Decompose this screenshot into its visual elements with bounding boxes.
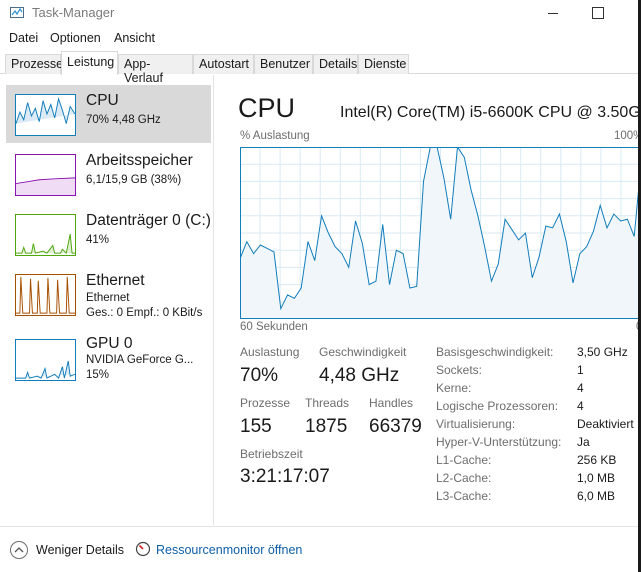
tab-bar: Prozesse Leistung App-Verlauf Autostart … (0, 50, 641, 85)
base-speed-label: Basisgeschwindigkeit: (436, 345, 554, 359)
sidebar-item-memory[interactable]: Arbeitsspeicher 6,1/15,9 GB (38%) (6, 145, 211, 203)
sidebar-item-disk[interactable]: Datenträger 0 (C:) 41% (6, 205, 211, 263)
tab-benutzer[interactable]: Benutzer (254, 54, 313, 74)
sidebar-item-ethernet[interactable]: Ethernet Ethernet Ges.: 0 Empf.: 0 KBit/… (6, 265, 211, 323)
task-manager-icon (10, 7, 24, 18)
cpu-model-name: Intel(R) Core(TM) i5-6600K CPU @ 3.50GHz (340, 104, 641, 121)
sidebar-item-detail: 15% (86, 369, 110, 381)
sockets-label: Sockets: (436, 363, 483, 377)
graph-y-max: 100% (614, 130, 641, 142)
uptime-label: Betriebszeit (240, 447, 303, 461)
graph-y-label: % Auslastung (240, 130, 310, 142)
speed-value: 4,48 GHz (319, 365, 400, 386)
maximize-button[interactable] (590, 6, 604, 20)
processes-value: 155 (240, 416, 272, 437)
hyperv-support-value: Ja (577, 435, 590, 449)
sockets-value: 1 (577, 363, 584, 377)
menu-ansicht[interactable]: Ansicht (114, 31, 155, 45)
sidebar-item-gpu[interactable]: GPU 0 NVIDIA GeForce G... 15% (6, 330, 211, 388)
window-title: Task-Manager (32, 5, 115, 20)
minimize-button[interactable] (544, 6, 560, 20)
logical-processors-value: 4 (577, 399, 584, 413)
title-bar: Task-Manager (0, 0, 641, 27)
ethernet-thumbnail-graph (15, 274, 76, 316)
gpu-thumbnail-graph (15, 339, 76, 381)
tab-prozesse[interactable]: Prozesse (5, 54, 63, 74)
fewer-details-button[interactable]: Weniger Details (36, 543, 124, 557)
l3-cache-value: 6,0 MB (577, 489, 616, 503)
utilization-label: Auslastung (240, 345, 300, 359)
processes-label: Prozesse (240, 396, 291, 410)
footer-bar: Weniger Details Ressourcenmonitor öffnen (0, 526, 641, 572)
memory-thumbnail-graph (15, 154, 76, 196)
resource-sidebar: CPU 70% 4,48 GHz Arbeitsspeicher 6,1/15,… (0, 75, 214, 525)
resource-monitor-icon (135, 541, 151, 557)
l2-cache-label: L2-Cache: (436, 471, 492, 485)
tab-dienste[interactable]: Dienste (358, 54, 409, 74)
hyperv-support-label: Hyper-V-Unterstützung: (436, 435, 562, 449)
graph-x-label: 60 Sekunden (240, 321, 308, 333)
cores-label: Kerne: (436, 381, 472, 395)
logical-processors-label: Logische Prozessoren: (436, 399, 559, 413)
threads-value: 1875 (305, 416, 348, 437)
handles-label: Handles (369, 396, 414, 410)
utilization-value: 70% (240, 365, 279, 386)
l3-cache-label: L3-Cache: (436, 489, 492, 503)
l2-cache-value: 1,0 MB (577, 471, 616, 485)
menu-datei[interactable]: Datei (9, 31, 38, 45)
cpu-usage-graph (240, 147, 641, 319)
sidebar-item-title: Ethernet (86, 272, 145, 289)
sidebar-item-subtitle: NVIDIA GeForce G... (86, 354, 194, 366)
sidebar-item-detail: Ges.: 0 Empf.: 0 KBit/s (86, 307, 203, 319)
threads-label: Threads (305, 396, 350, 410)
cores-value: 4 (577, 381, 584, 395)
l1-cache-label: L1-Cache: (436, 453, 492, 467)
sidebar-item-title: Datenträger 0 (C:) (86, 212, 211, 229)
page-title: CPU (238, 93, 296, 123)
tab-autostart[interactable]: Autostart (193, 54, 254, 74)
resource-monitor-link[interactable]: Ressourcenmonitor öffnen (156, 543, 302, 557)
sidebar-item-title: CPU (86, 92, 119, 109)
sidebar-item-subtitle: 41% (86, 234, 110, 246)
tab-app-verlauf[interactable]: App-Verlauf (118, 54, 193, 85)
tab-details[interactable]: Details (313, 54, 358, 74)
sidebar-item-subtitle: Ethernet (86, 292, 130, 304)
base-speed-value: 3,50 GHz (577, 345, 628, 359)
virtualization-label: Virtualisierung: (436, 417, 516, 431)
disk-thumbnail-graph (15, 214, 76, 256)
sidebar-item-title: Arbeitsspeicher (86, 152, 193, 169)
menu-bar: Datei Optionen Ansicht (0, 28, 641, 48)
virtualization-value: Deaktiviert (577, 417, 634, 431)
cpu-thumbnail-graph (15, 94, 76, 136)
menu-optionen[interactable]: Optionen (50, 31, 101, 45)
chevron-up-icon[interactable] (10, 541, 28, 559)
sidebar-item-title: GPU 0 (86, 335, 133, 352)
sidebar-item-cpu[interactable]: CPU 70% 4,48 GHz (6, 85, 211, 143)
tab-leistung[interactable]: Leistung (61, 51, 118, 75)
speed-label: Geschwindigkeit (319, 345, 407, 359)
sidebar-item-subtitle: 70% 4,48 GHz (86, 114, 161, 126)
handles-value: 66379 (369, 416, 422, 437)
sidebar-item-subtitle: 6,1/15,9 GB (38%) (86, 174, 182, 186)
uptime-value: 3:21:17:07 (240, 466, 330, 487)
l1-cache-value: 256 KB (577, 453, 617, 467)
